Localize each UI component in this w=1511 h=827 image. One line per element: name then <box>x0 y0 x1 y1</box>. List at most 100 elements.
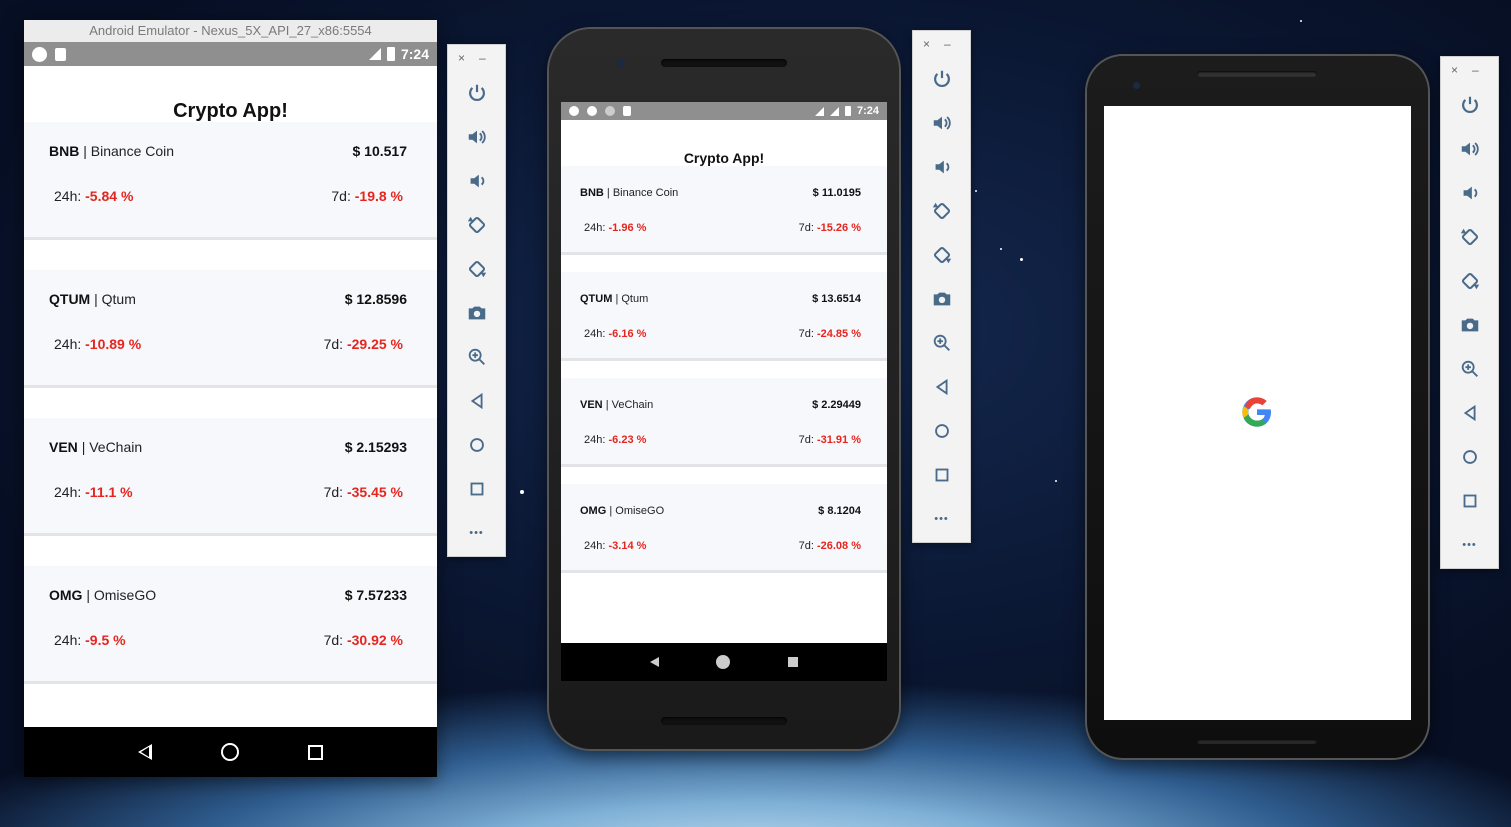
back-icon[interactable] <box>138 744 153 760</box>
change-7d-value: -15.26 % <box>816 222 861 234</box>
zoom-button[interactable] <box>1441 347 1498 391</box>
app-notification-icon <box>587 106 597 116</box>
home-button[interactable] <box>913 409 970 453</box>
star <box>975 190 977 192</box>
emulator-toolbar-1: × – ••• <box>447 44 506 557</box>
volume-up-icon <box>933 116 951 130</box>
rotate-left-icon <box>1460 228 1478 246</box>
camera-icon <box>933 292 950 306</box>
coin-name: Qtum <box>621 293 649 305</box>
battery-icon <box>386 47 395 61</box>
screenshot-button[interactable] <box>1441 303 1498 347</box>
rotate-left-button[interactable] <box>1441 215 1498 259</box>
minimize-icon[interactable]: – <box>944 37 951 51</box>
separator: | <box>605 399 609 411</box>
change-7d-value: -30.92 % <box>346 632 403 648</box>
coin-card[interactable]: QTUM | Qtum $ 13.6514 24h: -6.16 % 7d: -… <box>561 272 887 361</box>
overview-icon <box>470 482 483 496</box>
minimize-icon[interactable]: – <box>479 51 486 65</box>
coin-price: $ 2.15293 <box>344 439 407 455</box>
zoom-button[interactable] <box>913 321 970 365</box>
more-button[interactable]: ••• <box>448 511 505 555</box>
close-icon[interactable]: × <box>1451 63 1458 77</box>
more-button[interactable]: ••• <box>913 497 970 541</box>
coin-card[interactable]: OMG | OmiseGO $ 8.1204 24h: -3.14 % 7d: … <box>561 484 887 573</box>
home-icon[interactable] <box>716 655 731 669</box>
close-icon[interactable]: × <box>923 37 930 51</box>
coin-symbol: QTUM <box>49 291 91 307</box>
navigation-bar <box>561 643 887 681</box>
screenshot-button[interactable] <box>913 277 970 321</box>
volume-down-icon <box>1463 186 1477 200</box>
sync-icon <box>605 106 615 116</box>
coin-card[interactable]: BNB | Binance Coin $ 11.0195 24h: -1.96 … <box>561 166 887 255</box>
back-icon <box>935 378 947 396</box>
volume-up-button[interactable] <box>448 115 505 159</box>
home-button[interactable] <box>448 423 505 467</box>
separator: | <box>615 293 619 305</box>
battery-icon <box>844 106 851 116</box>
back-icon <box>1463 404 1475 422</box>
power-button[interactable] <box>913 57 970 101</box>
change-24h-label: 24h: <box>584 222 606 234</box>
more-button[interactable]: ••• <box>1441 523 1498 567</box>
status-time: 7:24 <box>400 46 429 62</box>
coin-card[interactable]: BNB | Binance Coin $ 10.517 24h: -5.84 %… <box>24 122 437 240</box>
minimize-icon[interactable]: – <box>1472 63 1479 77</box>
back-button[interactable] <box>913 365 970 409</box>
overview-button[interactable] <box>913 453 970 497</box>
change-24h-label: 24h: <box>54 188 82 204</box>
rotate-right-button[interactable] <box>913 233 970 277</box>
coin-price: $ 11.0195 <box>812 187 861 199</box>
coin-name: OmiseGO <box>93 587 157 603</box>
home-button[interactable] <box>1441 435 1498 479</box>
coin-card[interactable]: OMG | OmiseGO $ 7.57233 24h: -9.5 % 7d: … <box>24 566 437 684</box>
rotate-right-button[interactable] <box>1441 259 1498 303</box>
signal-icon <box>368 48 381 60</box>
power-button[interactable] <box>1441 83 1498 127</box>
change-24h-label: 24h: <box>584 540 606 552</box>
coin-symbol: OMG <box>580 505 607 517</box>
volume-up-button[interactable] <box>913 101 970 145</box>
volume-up-button[interactable] <box>1441 127 1498 171</box>
volume-down-button[interactable] <box>913 145 970 189</box>
status-bar: 7:24 <box>24 42 437 66</box>
back-button[interactable] <box>1441 391 1498 435</box>
coin-card[interactable]: VEN | VeChain $ 2.15293 24h: -11.1 % 7d:… <box>24 418 437 536</box>
rotate-left-button[interactable] <box>913 189 970 233</box>
overview-icon[interactable] <box>788 657 799 667</box>
overview-icon[interactable] <box>307 744 323 760</box>
back-icon[interactable] <box>649 657 659 667</box>
screenshot-button[interactable] <box>448 291 505 335</box>
coin-card[interactable]: QTUM | Qtum $ 12.8596 24h: -10.89 % 7d: … <box>24 270 437 388</box>
close-icon[interactable]: × <box>458 51 465 65</box>
bottom-speaker <box>661 717 787 725</box>
rotate-right-button[interactable] <box>448 247 505 291</box>
overview-button[interactable] <box>1441 479 1498 523</box>
separator: | <box>83 143 87 159</box>
change-7d-value: -31.91 % <box>816 434 861 446</box>
volume-down-button[interactable] <box>1441 171 1498 215</box>
volume-down-button[interactable] <box>448 159 505 203</box>
coin-name: Binance Coin <box>612 187 679 199</box>
coin-name: VeChain <box>611 399 654 411</box>
coin-symbol: VEN <box>580 399 603 411</box>
change-24h-value: -6.23 % <box>608 434 647 446</box>
volume-up-icon <box>468 130 486 144</box>
zoom-button[interactable] <box>448 335 505 379</box>
phone-frame-1: 7:24 Crypto App! BNB | Binance Coin $ 11… <box>549 29 899 749</box>
power-button[interactable] <box>448 71 505 115</box>
rotate-left-button[interactable] <box>448 203 505 247</box>
coin-symbol: VEN <box>49 439 78 455</box>
crypto-app: Crypto App! BNB | Binance Coin $ 10.517 … <box>24 66 437 684</box>
back-button[interactable] <box>448 379 505 423</box>
emulator-window-1: Android Emulator - Nexus_5X_API_27_x86:5… <box>24 20 437 777</box>
overview-button[interactable] <box>448 467 505 511</box>
home-icon[interactable] <box>220 743 239 761</box>
change-24h-label: 24h: <box>54 484 82 500</box>
google-logo-icon <box>1242 397 1271 427</box>
change-7d-value: -29.25 % <box>346 336 403 352</box>
power-icon <box>468 84 485 102</box>
rotate-left-icon <box>467 216 485 234</box>
coin-card[interactable]: VEN | VeChain $ 2.29449 24h: -6.23 % 7d:… <box>561 378 887 467</box>
